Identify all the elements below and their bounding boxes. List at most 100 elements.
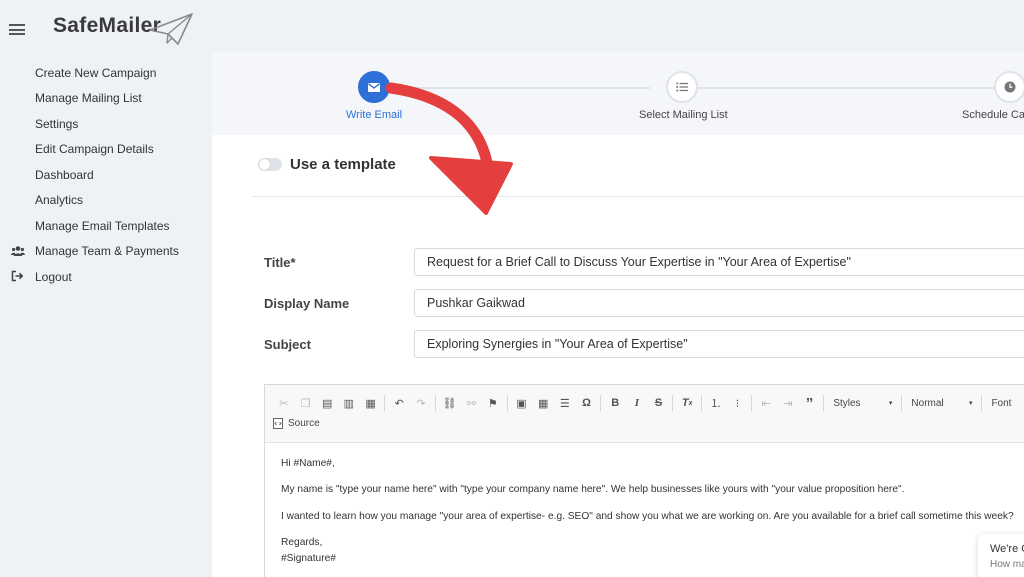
paste-word-icon[interactable]: ▦ (360, 392, 382, 414)
format-dropdown[interactable]: Normal ▾ (905, 392, 978, 414)
toolbar-separator (981, 395, 983, 411)
paste-icon[interactable]: ▤ (316, 392, 338, 414)
display-name-label: Display Name (264, 296, 350, 311)
menu-toggle-icon[interactable] (9, 24, 25, 35)
envelope-icon (368, 82, 380, 92)
step-connector (390, 87, 650, 89)
sidebar-item-label: Manage Mailing List (35, 91, 142, 106)
clock-icon (1004, 81, 1016, 93)
sidebar-item-label: Manage Email Templates (35, 218, 170, 233)
sidebar-item-analytics[interactable]: Analytics (0, 188, 200, 214)
toolbar-separator (672, 395, 674, 411)
paper-plane-icon (149, 13, 193, 45)
title-input[interactable]: Request for a Brief Call to Discuss Your… (414, 248, 1024, 276)
toolbar-separator (384, 395, 386, 411)
styles-dropdown-label: Styles (833, 397, 861, 409)
use-template-row: Use a template (258, 156, 396, 173)
font-dropdown-label: Font (991, 397, 1012, 409)
horizontal-line-icon[interactable]: ☰ (554, 392, 576, 414)
title-label: Title* (264, 255, 296, 270)
step-label-write-email[interactable]: Write Email (346, 109, 402, 121)
campaign-stepper: Write Email Select Mailing List Schedule… (212, 52, 1024, 135)
list-icon (676, 82, 688, 92)
sidebar-item-label: Logout (35, 269, 72, 284)
source-button-label: Source (288, 418, 320, 429)
campaign-editor-panel: Write Email Select Mailing List Schedule… (212, 52, 1024, 577)
blockquote-icon[interactable]: ” (799, 392, 821, 414)
app-logo[interactable]: SafeMailer (53, 14, 161, 38)
outdent-icon[interactable]: ⇤ (755, 392, 777, 414)
numbered-list-icon[interactable]: ⒈ (705, 392, 727, 414)
editor-content-area[interactable]: Hi #Name#, My name is "type your name he… (265, 443, 1024, 577)
link-icon[interactable]: ⛓ (439, 392, 461, 414)
italic-icon[interactable]: I (626, 392, 648, 414)
sidebar-item-label: Dashboard (35, 167, 94, 182)
special-character-icon[interactable]: Ω (576, 392, 598, 414)
users-icon (11, 245, 25, 256)
remove-format-icon[interactable]: Tx (676, 392, 698, 414)
email-body-editor: ✂ ❐ ▤ ▥ ▦ ↶ ↷ ⛓ ⚯ ⚑ ▣ ▦ ☰ Ω B I S T x ⒈ … (264, 384, 1024, 577)
indent-icon[interactable]: ⇥ (777, 392, 799, 414)
toolbar-separator (751, 395, 753, 411)
bulleted-list-icon[interactable]: ⁝ (727, 392, 749, 414)
sidebar-item-dashboard[interactable]: Dashboard (0, 162, 200, 188)
use-template-label: Use a template (290, 156, 396, 173)
format-dropdown-label: Normal (911, 397, 944, 409)
sidebar-item-edit-campaign-details[interactable]: Edit Campaign Details (0, 137, 200, 163)
toolbar-separator (506, 395, 508, 411)
cut-icon[interactable]: ✂ (273, 392, 295, 414)
redo-icon[interactable]: ↷ (410, 392, 432, 414)
sidebar-item-label: Create New Campaign (35, 65, 157, 80)
undo-icon[interactable]: ↶ (388, 392, 410, 414)
step-label-select-mailing-list[interactable]: Select Mailing List (639, 109, 728, 121)
subject-input[interactable]: Exploring Synergies in "Your Area of Exp… (414, 330, 1024, 358)
email-paragraph-2: I wanted to learn how you manage "your a… (281, 510, 1014, 522)
table-icon[interactable]: ▦ (532, 392, 554, 414)
sidebar-item-create-new-campaign[interactable]: Create New Campaign (0, 60, 200, 86)
unlink-icon[interactable]: ⚯ (460, 392, 482, 414)
editor-toolbar: ✂ ❐ ▤ ▥ ▦ ↶ ↷ ⛓ ⚯ ⚑ ▣ ▦ ☰ Ω B I S T x ⒈ … (265, 385, 1024, 443)
email-paragraph-1: My name is "type your name here" with "t… (281, 484, 905, 496)
sidebar-item-label: Analytics (35, 193, 84, 208)
toolbar-separator (434, 395, 436, 411)
step-schedule-campaign[interactable] (994, 71, 1024, 103)
email-greeting: Hi #Name#, (281, 458, 335, 469)
section-divider (252, 196, 1024, 197)
sidebar-item-manage-mailing-list[interactable]: Manage Mailing List (0, 86, 200, 112)
toolbar-separator (701, 395, 702, 411)
styles-dropdown[interactable]: Styles ▾ (827, 392, 898, 414)
anchor-flag-icon[interactable]: ⚑ (482, 392, 504, 414)
strikethrough-icon[interactable]: S (648, 392, 670, 414)
email-signature: #Signature# (281, 553, 336, 564)
step-write-email[interactable] (358, 71, 390, 103)
toolbar-separator (600, 395, 602, 411)
bold-icon[interactable]: B (604, 392, 626, 414)
chevron-down-icon: ▾ (888, 400, 893, 407)
display-name-input[interactable]: Pushkar Gaikwad (414, 289, 1024, 317)
toolbar-separator (901, 395, 903, 411)
source-button[interactable]: Source (273, 418, 1024, 429)
sidebar-item-logout[interactable]: Logout (0, 264, 200, 290)
email-closing: Regards, (281, 536, 323, 548)
chat-widget-title: We're O (990, 543, 1024, 555)
sidebar-item-manage-team-payments[interactable]: Manage Team & Payments (0, 239, 200, 265)
sidebar-item-label: Settings (35, 116, 79, 131)
live-chat-widget[interactable]: We're O How ma (978, 534, 1024, 577)
copy-icon[interactable]: ❐ (295, 392, 317, 414)
step-connector (698, 87, 996, 89)
step-label-schedule-campaign[interactable]: Schedule Ca (962, 109, 1024, 121)
source-code-icon (273, 418, 283, 429)
chevron-down-icon: ▾ (968, 400, 973, 407)
sidebar-item-settings[interactable]: Settings (0, 111, 200, 137)
sidebar-item-label: Manage Team & Payments (35, 244, 179, 259)
use-template-toggle[interactable] (258, 158, 282, 171)
sidebar-item-manage-email-templates[interactable]: Manage Email Templates (0, 213, 200, 239)
paste-text-icon[interactable]: ▥ (338, 392, 360, 414)
image-icon[interactable]: ▣ (511, 392, 533, 414)
font-dropdown[interactable]: Font (985, 392, 1024, 414)
sidebar-nav: Create New Campaign Manage Mailing List … (0, 60, 200, 290)
chat-widget-subtitle: How ma (990, 559, 1024, 570)
toolbar-separator (823, 395, 825, 411)
sign-out-icon (11, 270, 23, 282)
step-select-mailing-list[interactable] (666, 71, 698, 103)
